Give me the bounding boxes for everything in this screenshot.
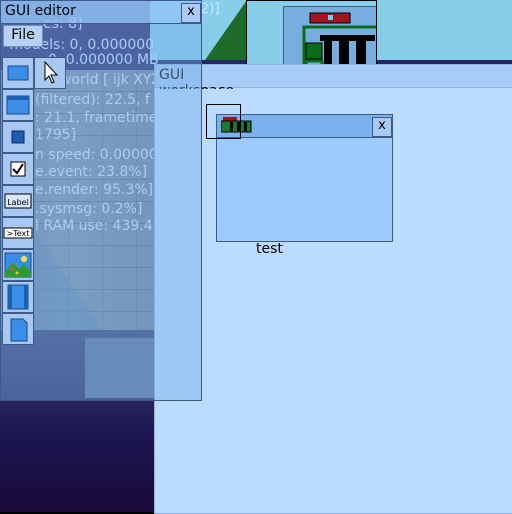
- tool-text-button[interactable]: >Text: [2, 217, 34, 249]
- panel-tool-icon: [6, 95, 30, 115]
- text-tool-text: >Text: [7, 229, 30, 238]
- gui-editor-titlebar[interactable]: GUI editor x: [1, 1, 201, 24]
- stats-top-fragment: 2)]: [200, 1, 220, 17]
- test-label[interactable]: test: [256, 241, 283, 257]
- tool-image-button[interactable]: [2, 249, 34, 281]
- image-tool-icon: [4, 252, 32, 278]
- scrollbar-tool-icon: [7, 284, 29, 310]
- tool-select-button[interactable]: [34, 57, 66, 89]
- button-tool-icon: [11, 130, 25, 144]
- cursor-arrow-icon: [44, 60, 59, 84]
- menu-file[interactable]: File: [3, 25, 43, 47]
- menu-bar: File: [1, 24, 201, 47]
- tool-button-button[interactable]: [2, 121, 34, 153]
- tool-checkbox-button[interactable]: [2, 153, 34, 185]
- tool-container-button[interactable]: [2, 313, 34, 345]
- test-window[interactable]: x: [216, 114, 393, 242]
- gui-workspace-titlebar[interactable]: GUI workspace: [155, 65, 512, 89]
- close-button[interactable]: x: [372, 117, 392, 137]
- label-tool-icon: Label: [4, 193, 32, 209]
- window-tool-icon: [7, 65, 29, 81]
- toolbox: Label >Text: [2, 57, 34, 345]
- tool-window-button[interactable]: [2, 57, 34, 89]
- selection-box[interactable]: [206, 104, 241, 139]
- tool-panel-button[interactable]: [2, 89, 34, 121]
- container-tool-icon: [10, 318, 28, 342]
- tool-scrollbar-button[interactable]: [2, 281, 34, 313]
- label-tool-text: Label: [7, 198, 29, 207]
- text-tool-icon: >Text: [3, 227, 33, 239]
- close-button[interactable]: x: [181, 3, 201, 23]
- gui-editor-title: GUI editor: [5, 3, 76, 19]
- test-window-titlebar[interactable]: [217, 115, 392, 138]
- checkbox-tool-icon: [10, 161, 26, 177]
- gui-editor-window[interactable]: GUI editor x File Label >Text: [0, 0, 202, 401]
- tool-label-button[interactable]: Label: [2, 185, 34, 217]
